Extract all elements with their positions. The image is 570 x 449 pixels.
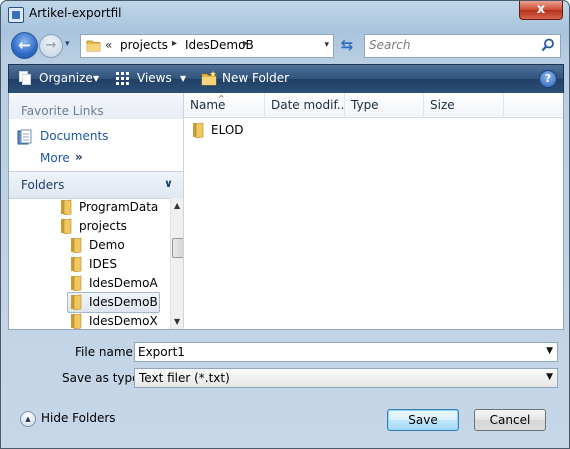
- tree-item-label: ProgramData: [79, 200, 159, 214]
- new-folder-icon: [201, 71, 217, 86]
- folders-title: Folders: [21, 178, 65, 192]
- documents-icon: [17, 129, 32, 145]
- views-icon: [116, 72, 129, 85]
- organize-button[interactable]: Organize: [39, 71, 93, 85]
- hide-folders-label: Hide Folders: [41, 411, 116, 425]
- tree-item-idesdemox[interactable]: IdesDemoX: [69, 312, 158, 329]
- tree-item-idesdemoa[interactable]: IdesDemoA: [69, 274, 158, 293]
- title-bar: Artikel-exportfil x: [1, 1, 569, 27]
- chevron-down-icon[interactable]: ∨: [164, 177, 173, 190]
- favorite-link-documents[interactable]: Documents: [40, 129, 108, 143]
- organize-dropdown-icon[interactable]: ▼: [93, 74, 99, 83]
- organize-icon: [19, 71, 31, 85]
- search-icon[interactable]: [541, 38, 555, 52]
- search-box[interactable]: [364, 34, 561, 58]
- chevron-up-icon[interactable]: ▲: [20, 411, 36, 427]
- tree-item-label: IdesDemoB: [89, 295, 158, 309]
- folder-icon: [71, 275, 82, 291]
- favorite-links-title: Favorite Links: [21, 104, 104, 118]
- navigation-pane: Favorite Links Documents More » Folders …: [8, 93, 185, 330]
- breadcrumb-projects[interactable]: projects: [120, 38, 168, 52]
- file-name-dropdown-arrow[interactable]: ▼: [546, 346, 553, 356]
- save-as-type-label: Save as type:: [62, 371, 144, 385]
- file-name-combobox[interactable]: ▼: [134, 342, 558, 362]
- refresh-icon[interactable]: ⇆: [338, 36, 356, 54]
- file-name-input[interactable]: [138, 344, 518, 360]
- folder-icon: [71, 313, 82, 329]
- breadcrumb-separator[interactable]: ▸: [172, 38, 177, 49]
- folder-icon: [71, 256, 82, 272]
- more-chevron-icon[interactable]: »: [75, 150, 83, 164]
- folder-icon: [61, 199, 72, 215]
- folder-icon: [61, 218, 72, 234]
- folder-icon: [86, 40, 101, 52]
- favorite-links-more[interactable]: More: [40, 151, 70, 165]
- column-header-label: Date modif...: [271, 98, 345, 112]
- file-list-item-label: ELOD: [211, 123, 244, 137]
- column-header-type[interactable]: Type: [345, 93, 424, 117]
- file-list: ^ Name Date modif... Type Size ELOD: [183, 93, 564, 330]
- cancel-button[interactable]: Cancel: [474, 409, 546, 431]
- back-button[interactable]: ←: [11, 32, 38, 59]
- address-overflow-chevron[interactable]: «: [105, 38, 112, 52]
- column-header-size[interactable]: Size: [424, 93, 504, 117]
- close-button[interactable]: x: [519, 1, 563, 20]
- tree-item-label: IdesDemoX: [89, 314, 158, 328]
- tree-item-label: projects: [79, 219, 127, 233]
- tree-item-label: IdesDemoA: [89, 276, 158, 290]
- tree-item-idesdemob[interactable]: IdesDemoB: [67, 292, 160, 313]
- folder-tree: ProgramData projects Demo IDES IdesDemoA…: [9, 198, 169, 329]
- save-dialog-window: Artikel-exportfil x ← → ▾ « projects ▸ I…: [0, 0, 570, 449]
- address-bar[interactable]: « projects ▸ IdesDemoB ▸ ▾: [80, 34, 334, 58]
- tree-item-ides[interactable]: IDES: [69, 255, 117, 274]
- favorite-links-header: Favorite Links: [9, 93, 184, 119]
- save-button[interactable]: Save: [387, 409, 459, 431]
- recent-pages-dropdown[interactable]: ▾: [65, 39, 70, 49]
- column-header-label: Type: [351, 98, 379, 112]
- file-list-item[interactable]: ELOD: [191, 121, 244, 139]
- save-as-type-select[interactable]: Text filer (*.txt) ▼: [134, 368, 558, 388]
- tree-item-label: IDES: [89, 257, 117, 271]
- breadcrumb-separator[interactable]: ▸: [243, 38, 248, 49]
- tree-item-label: Demo: [89, 238, 125, 252]
- tree-item-projects[interactable]: projects: [59, 217, 127, 236]
- folder-icon: [71, 294, 82, 310]
- search-input[interactable]: [369, 37, 534, 53]
- save-as-type-dropdown-arrow[interactable]: ▼: [546, 372, 553, 382]
- folder-icon: [71, 237, 82, 253]
- folder-icon: [193, 122, 204, 138]
- tree-item-programdata[interactable]: ProgramData: [59, 198, 158, 217]
- scroll-up-icon[interactable]: ▲: [174, 201, 180, 210]
- new-folder-button[interactable]: New Folder: [222, 71, 289, 85]
- views-button[interactable]: Views: [137, 71, 172, 85]
- save-as-type-value: Text filer (*.txt): [139, 371, 230, 385]
- sort-ascending-icon: ^: [218, 94, 225, 103]
- column-header-date-modified[interactable]: Date modif...: [265, 93, 345, 117]
- file-name-label: File name:: [75, 345, 137, 359]
- command-toolbar: Organize ▼ Views ▼ New Folder ?: [8, 64, 564, 94]
- app-icon: [8, 7, 24, 23]
- forward-button[interactable]: →: [39, 34, 63, 58]
- column-header-label: Size: [430, 98, 455, 112]
- folders-header[interactable]: Folders ∨: [9, 171, 184, 199]
- column-header-row: ^ Name Date modif... Type Size: [184, 93, 563, 118]
- address-dropdown-arrow[interactable]: ▾: [324, 40, 329, 50]
- help-icon[interactable]: ?: [539, 70, 557, 88]
- tree-item-demo[interactable]: Demo: [69, 236, 125, 255]
- views-dropdown-icon[interactable]: ▼: [180, 74, 186, 83]
- column-header-name[interactable]: ^ Name: [184, 93, 265, 117]
- window-title: Artikel-exportfil: [29, 6, 122, 20]
- scroll-down-icon[interactable]: ▼: [174, 317, 180, 326]
